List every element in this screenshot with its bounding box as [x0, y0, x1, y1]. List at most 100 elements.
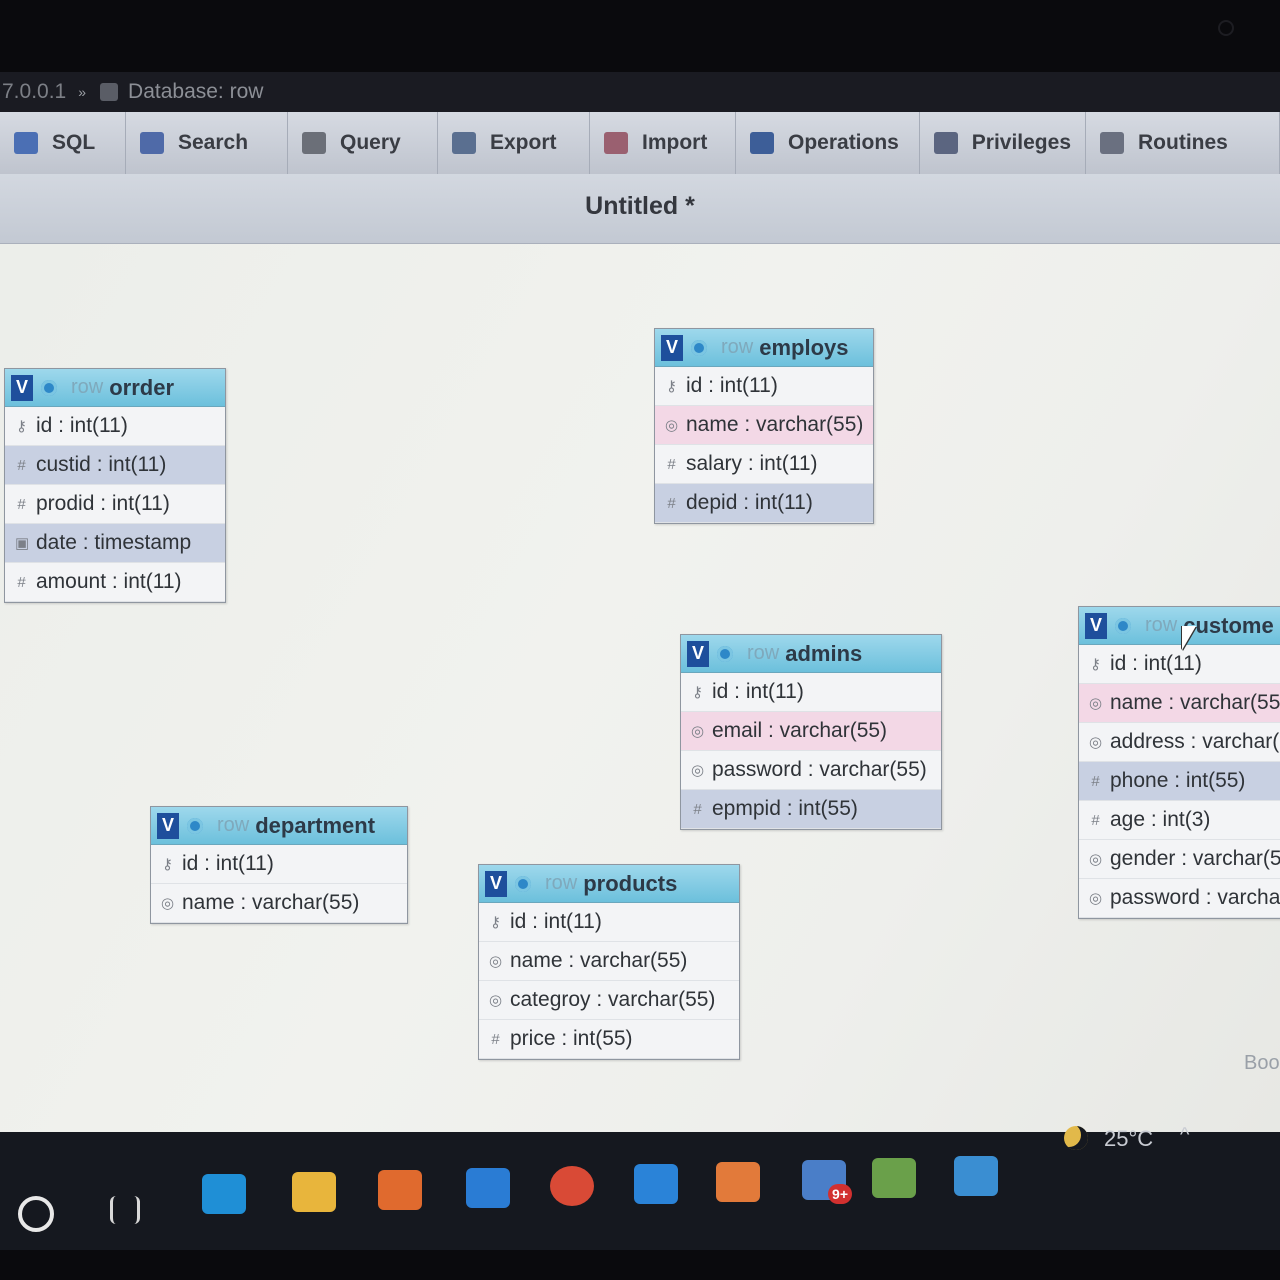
table-products[interactable]: Vrow products ⚷ id : int(11) ◎ name : varchar… — [478, 864, 740, 1060]
column-label: phone : int(55) — [1110, 769, 1246, 792]
toggle-v-button[interactable]: V — [687, 640, 709, 667]
hash-icon: # — [17, 456, 26, 474]
table-employs[interactable]: Vrow employs ⚷ id : int(11) ◎ name : varchar(… — [654, 328, 874, 524]
file-explorer-icon[interactable] — [292, 1172, 336, 1212]
tab-query[interactable]: Query — [288, 112, 438, 174]
column-row[interactable]: ⚷ id : int(11) — [1079, 645, 1280, 684]
table-options-icon[interactable] — [717, 645, 733, 662]
column-row[interactable]: ◎ name : varchar(55) — [655, 406, 873, 445]
designer-titlebar: Untitled * — [0, 174, 1280, 244]
notification-app-icon[interactable]: 9+ — [802, 1160, 852, 1204]
mail-icon[interactable] — [466, 1168, 510, 1208]
text-icon: ◎ — [489, 953, 503, 970]
photos-icon[interactable] — [954, 1156, 998, 1196]
toggle-v-button[interactable]: V — [11, 374, 33, 401]
task-view-icon[interactable] — [110, 1196, 140, 1224]
toggle-v-button[interactable]: V — [485, 870, 507, 897]
store-icon[interactable] — [378, 1170, 422, 1210]
column-row[interactable]: ⚷ id : int(11) — [655, 367, 873, 406]
text-icon: ◎ — [161, 895, 175, 912]
tab-privileges[interactable]: Privileges — [920, 112, 1086, 174]
column-label: name : varchar(55) — [510, 949, 688, 972]
column-row[interactable]: # depid : int(11) — [655, 484, 873, 523]
table-department[interactable]: Vrow department ⚷ id : int(11) ◎ name : varch… — [150, 806, 408, 924]
table-name: admins — [785, 640, 863, 666]
table-header[interactable]: Vrow admins — [681, 635, 941, 673]
table-name: orrder — [109, 374, 175, 400]
column-row[interactable]: # epmpid : int(55) — [681, 790, 941, 829]
column-row[interactable]: ◎ password : varcha — [1079, 879, 1280, 918]
toggle-v-button[interactable]: V — [157, 812, 179, 839]
tab-import[interactable]: Import — [590, 112, 736, 174]
breadcrumb-separator-icon: » — [78, 84, 87, 100]
column-row[interactable]: # salary : int(11) — [655, 445, 873, 484]
table-custome[interactable]: Vrow custome ⚷ id : int(11) ◎ name : varchar(… — [1078, 606, 1280, 919]
hash-icon: # — [667, 494, 676, 512]
column-row[interactable]: # age : int(3) — [1079, 801, 1280, 840]
table-options-icon[interactable] — [1115, 617, 1131, 634]
table-options-icon[interactable] — [515, 875, 531, 892]
toggle-v-button[interactable]: V — [1085, 612, 1107, 639]
breadcrumb: 7.0.0.1 » Database: row — [0, 72, 1280, 112]
vscode-icon[interactable] — [634, 1164, 678, 1204]
table-header[interactable]: Vrow department — [151, 807, 407, 845]
column-label: name : varchar(55) — [686, 413, 864, 436]
table-header[interactable]: Vrow orrder — [5, 369, 225, 407]
import-icon — [604, 132, 628, 154]
tab-export[interactable]: Export — [438, 112, 590, 174]
table-header[interactable]: Vrow products — [479, 865, 739, 903]
table-header[interactable]: Vrow custome — [1079, 607, 1280, 645]
sheet-app-icon[interactable] — [872, 1158, 916, 1198]
table-admins[interactable]: Vrow admins ⚷ id : int(11) ◎ email : varchar(… — [680, 634, 942, 830]
table-name: products — [583, 870, 678, 896]
column-row[interactable]: ◎ gender : varchar(5 — [1079, 840, 1280, 879]
notification-badge: 9+ — [828, 1184, 852, 1204]
column-row[interactable]: ⚷ id : int(11) — [479, 903, 739, 942]
column-row[interactable]: ◎ email : varchar(55) — [681, 712, 941, 751]
tab-routines[interactable]: Routines — [1086, 112, 1280, 174]
start-circle-icon[interactable] — [18, 1196, 54, 1232]
column-row[interactable]: ◎ address : varchar(5 — [1079, 723, 1280, 762]
breadcrumb-server[interactable]: 7.0.0.1 — [2, 80, 66, 104]
tab-operations[interactable]: Operations — [736, 112, 920, 174]
column-row[interactable]: # amount : int(11) — [5, 563, 225, 602]
column-row[interactable]: ◎ name : varchar(55) — [479, 942, 739, 981]
column-row[interactable]: ◎ name : varchar(55) — [1079, 684, 1280, 723]
breadcrumb-database[interactable]: Database: row — [128, 80, 263, 104]
column-label: id : int(11) — [1110, 652, 1202, 675]
column-row[interactable]: ◎ password : varchar(55) — [681, 751, 941, 790]
column-row[interactable]: # prodid : int(11) — [5, 485, 225, 524]
tray-overflow-icon[interactable]: ^ — [1180, 1124, 1189, 1147]
column-row[interactable]: ⚷ id : int(11) — [681, 673, 941, 712]
xampp-icon[interactable] — [716, 1162, 760, 1202]
column-row[interactable]: ◎ categroy : varchar(55) — [479, 981, 739, 1020]
chrome-icon[interactable] — [550, 1166, 594, 1206]
mouse-cursor-icon — [1182, 626, 1196, 650]
table-options-icon[interactable] — [41, 379, 57, 396]
column-row[interactable]: ◎ name : varchar(55) — [151, 884, 407, 923]
text-icon: ◎ — [691, 723, 705, 740]
column-row[interactable]: # phone : int(55) — [1079, 762, 1280, 801]
edge-icon[interactable] — [202, 1174, 246, 1214]
table-header[interactable]: Vrow employs — [655, 329, 873, 367]
hash-icon: # — [491, 1030, 500, 1048]
weather-moon-icon[interactable] — [1064, 1126, 1088, 1150]
table-options-icon[interactable] — [187, 817, 203, 834]
column-label: id : int(11) — [686, 374, 778, 397]
top-bezel — [0, 0, 1280, 72]
table-orrder[interactable]: Vrow orrder ⚷ id : int(11) # custid : int(11)… — [4, 368, 226, 603]
tab-search[interactable]: Search — [126, 112, 288, 174]
column-row[interactable]: ⚷ id : int(11) — [151, 845, 407, 884]
table-db-prefix: row — [545, 872, 578, 894]
column-row[interactable]: ▣ date : timestamp — [5, 524, 225, 563]
column-row[interactable]: # price : int(55) — [479, 1020, 739, 1059]
weather-temperature[interactable]: 25°C — [1104, 1126, 1153, 1152]
column-label: name : varchar(55) — [182, 891, 360, 914]
column-row[interactable]: # custid : int(11) — [5, 446, 225, 485]
column-row[interactable]: ⚷ id : int(11) — [5, 407, 225, 446]
toggle-v-button[interactable]: V — [661, 334, 683, 361]
designer-canvas[interactable]: Vrow orrder ⚷ id : int(11) # custid : int(11)… — [0, 244, 1280, 1132]
table-options-icon[interactable] — [691, 339, 707, 356]
column-label: custid : int(11) — [36, 453, 167, 476]
tab-sql[interactable]: SQL — [0, 112, 126, 174]
